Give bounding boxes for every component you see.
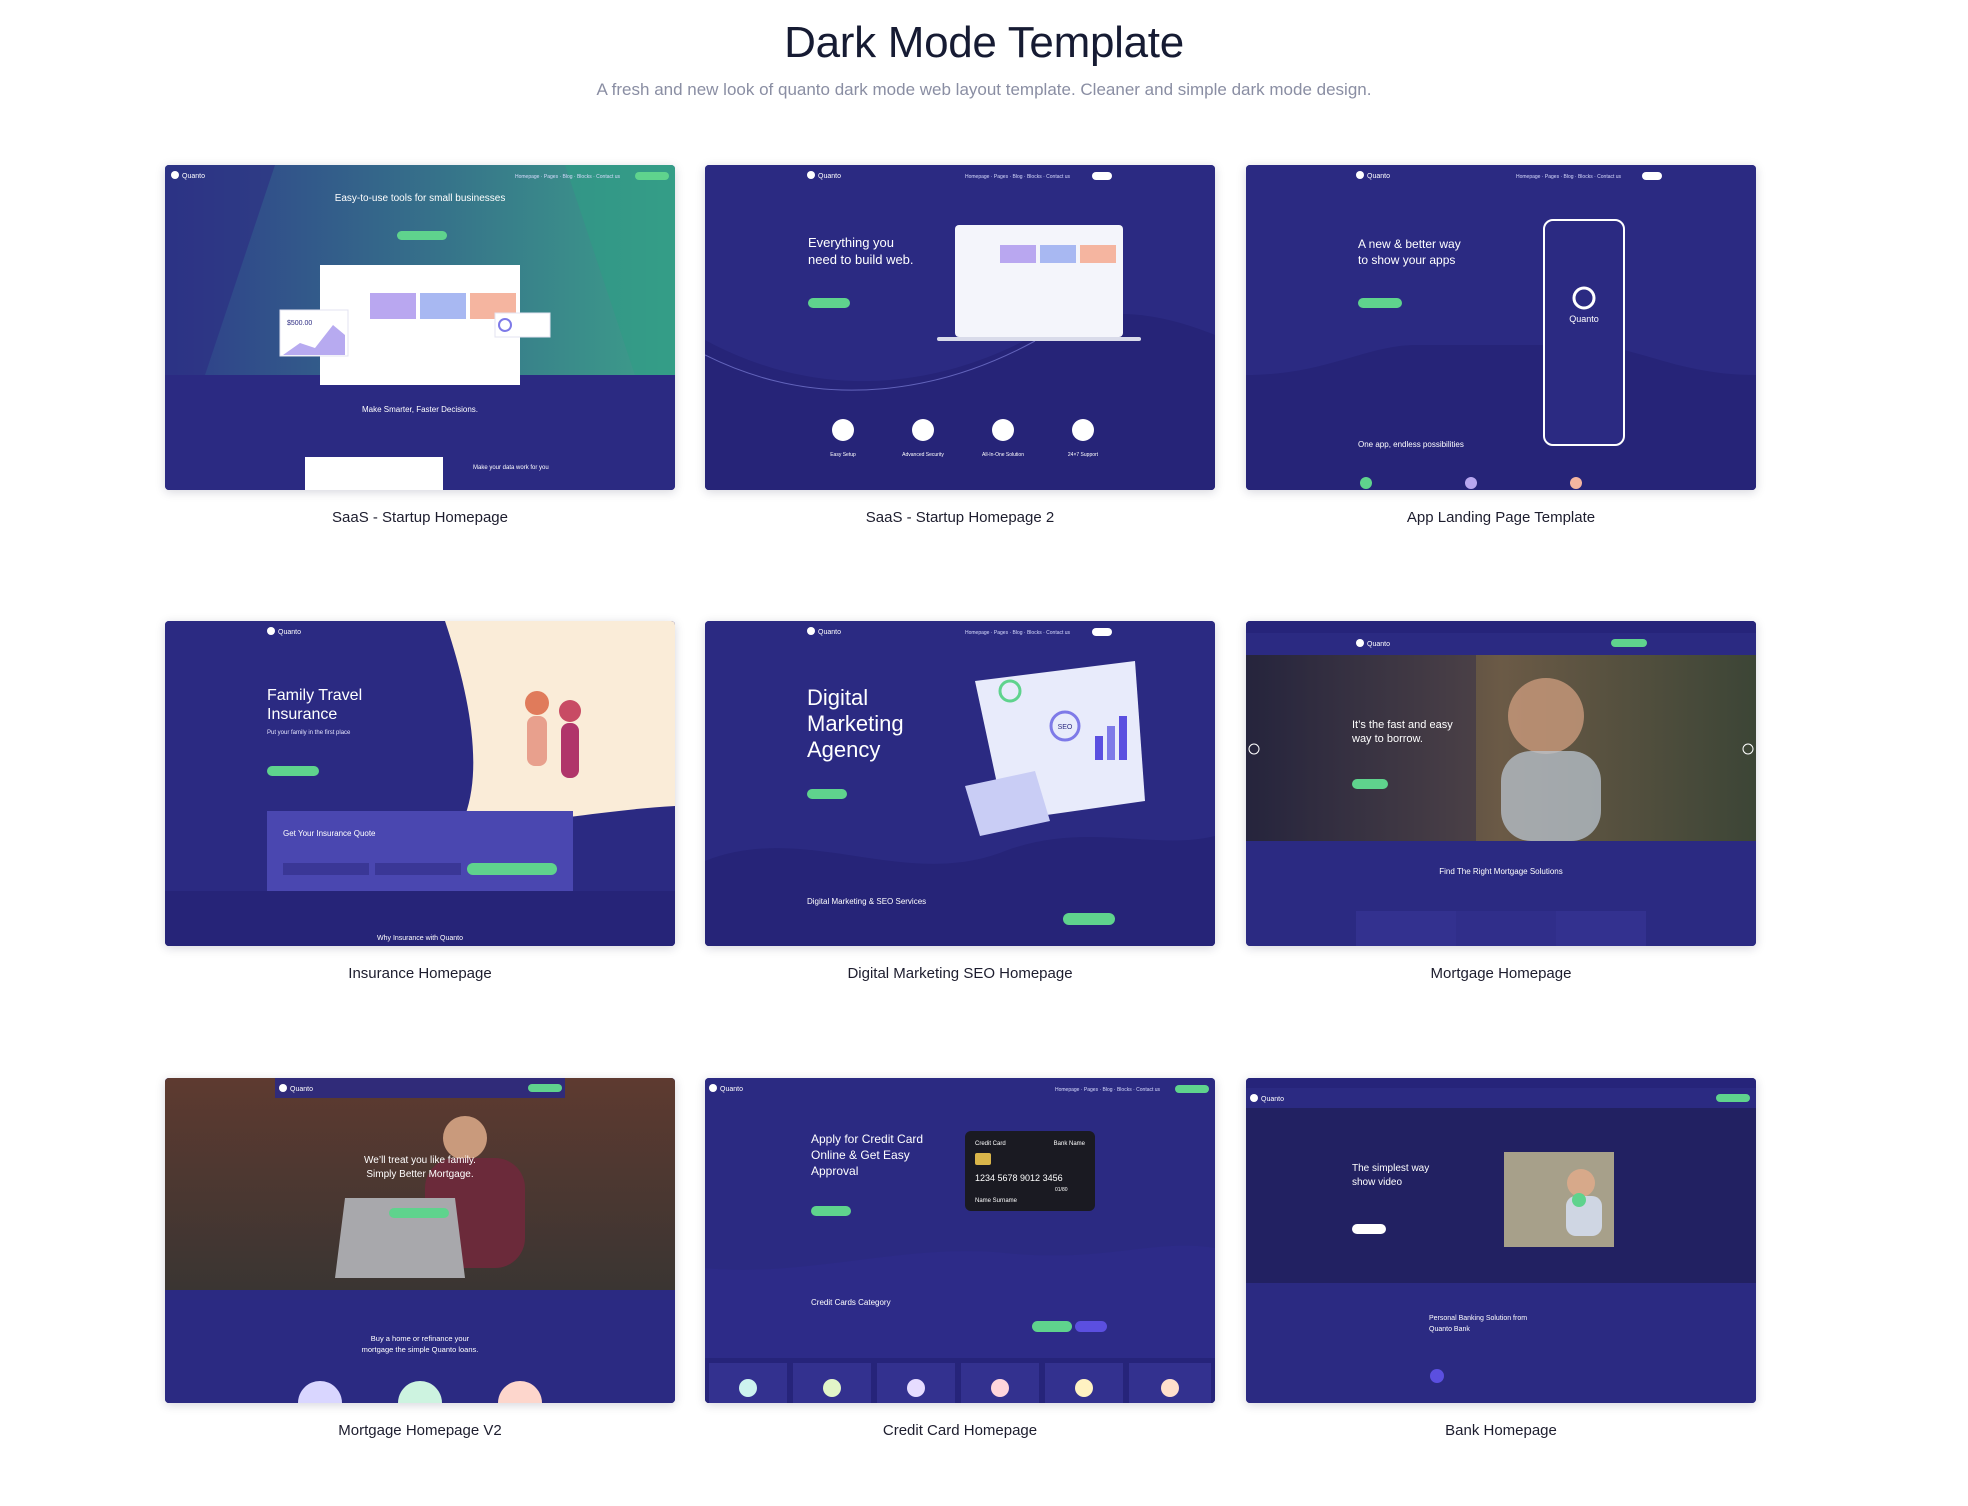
svg-text:Quanto: Quanto bbox=[290, 1086, 313, 1093]
template-thumbnail[interactable]: Quanto We’ll treat you like family. Simp… bbox=[165, 1078, 675, 1403]
credit-card-preview: Quanto Homepage · Pages · Blog · Blocks … bbox=[705, 1078, 1215, 1403]
svg-text:A new & better way: A new & better way bbox=[1358, 237, 1461, 251]
svg-text:Quanto: Quanto bbox=[818, 173, 841, 180]
svg-text:Marketing: Marketing bbox=[807, 711, 904, 736]
svg-text:Name Surname: Name Surname bbox=[975, 1198, 1018, 1204]
svg-text:Easy Setup: Easy Setup bbox=[830, 452, 856, 458]
template-title[interactable]: Mortgage Homepage bbox=[1246, 965, 1756, 982]
template-title[interactable]: App Landing Page Template bbox=[1246, 509, 1756, 526]
saas-startup-preview: Quanto Homepage · Pages · Blog · Blocks … bbox=[165, 165, 675, 490]
svg-text:Find The Right Mortgage Soluti: Find The Right Mortgage Solutions bbox=[1439, 867, 1562, 876]
mortgage-preview: Quanto It’s the fast and easy way to bor… bbox=[1246, 621, 1756, 946]
svg-text:Quanto: Quanto bbox=[1367, 173, 1390, 180]
svg-text:show video: show video bbox=[1352, 1177, 1402, 1188]
template-card-insurance[interactable]: Quanto Family Travel Insurance Put your … bbox=[165, 621, 675, 1081]
template-gallery-page: Dark Mode Template A fresh and new look … bbox=[0, 0, 1968, 1506]
svg-text:Quanto: Quanto bbox=[818, 629, 841, 636]
svg-text:to show your apps: to show your apps bbox=[1358, 253, 1455, 267]
svg-text:need to build web.: need to build web. bbox=[808, 252, 914, 267]
svg-text:$500.00: $500.00 bbox=[287, 320, 312, 327]
template-card-credit-card[interactable]: Quanto Homepage · Pages · Blog · Blocks … bbox=[705, 1078, 1215, 1506]
quanto-logo-icon bbox=[171, 171, 179, 179]
svg-text:01/80: 01/80 bbox=[1055, 1187, 1068, 1193]
svg-text:Credit Card: Credit Card bbox=[975, 1141, 1006, 1147]
template-card-bank[interactable]: Quanto The simplest way show video Perso… bbox=[1246, 1078, 1756, 1506]
svg-text:Get Your Insurance Quote: Get Your Insurance Quote bbox=[283, 829, 376, 838]
svg-text:Insurance: Insurance bbox=[267, 706, 337, 723]
template-grid: Quanto Homepage · Pages · Blog · Blocks … bbox=[0, 0, 1968, 1506]
template-card-mortgage-v2[interactable]: Quanto We’ll treat you like family. Simp… bbox=[165, 1078, 675, 1506]
template-thumbnail[interactable]: Quanto Homepage · Pages · Blog · Blocks … bbox=[1246, 165, 1756, 490]
template-thumbnail[interactable]: Quanto Family Travel Insurance Put your … bbox=[165, 621, 675, 946]
template-card-saas-startup[interactable]: Quanto Homepage · Pages · Blog · Blocks … bbox=[165, 165, 675, 625]
svg-text:Make Smarter, Faster Decisions: Make Smarter, Faster Decisions. bbox=[362, 405, 478, 414]
svg-text:Homepage · Pages · Blog · Bloc: Homepage · Pages · Blog · Blocks · Conta… bbox=[515, 174, 621, 180]
template-title[interactable]: Insurance Homepage bbox=[165, 965, 675, 982]
template-card-digital-marketing[interactable]: Quanto Homepage · Pages · Blog · Blocks … bbox=[705, 621, 1215, 1081]
svg-text:Apply for Credit Card: Apply for Credit Card bbox=[811, 1132, 923, 1146]
svg-text:SEO: SEO bbox=[1058, 724, 1073, 731]
svg-text:One app, endless possibilities: One app, endless possibilities bbox=[1358, 440, 1464, 449]
svg-text:mortgage the simple Quanto loa: mortgage the simple Quanto loans. bbox=[362, 1345, 479, 1354]
svg-text:Digital Marketing & SEO Servic: Digital Marketing & SEO Services bbox=[807, 897, 926, 906]
svg-text:All-In-One Solution: All-In-One Solution bbox=[982, 452, 1024, 458]
svg-text:Approval: Approval bbox=[811, 1164, 858, 1178]
template-title[interactable]: Mortgage Homepage V2 bbox=[165, 1422, 675, 1439]
template-thumbnail[interactable]: Quanto The simplest way show video Perso… bbox=[1246, 1078, 1756, 1403]
template-thumbnail[interactable]: Quanto Homepage · Pages · Blog · Blocks … bbox=[705, 1078, 1215, 1403]
svg-text:Homepage · Pages · Blog · Bloc: Homepage · Pages · Blog · Blocks · Conta… bbox=[965, 174, 1071, 180]
svg-text:Simply Better Mortgage.: Simply Better Mortgage. bbox=[366, 1169, 473, 1180]
svg-text:Put your family in the first p: Put your family in the first place bbox=[267, 730, 351, 736]
template-thumbnail[interactable]: Quanto It’s the fast and easy way to bor… bbox=[1246, 621, 1756, 946]
svg-text:1234 5678 9012 3456: 1234 5678 9012 3456 bbox=[975, 1173, 1063, 1183]
svg-text:Homepage · Pages · Blog · Bloc: Homepage · Pages · Blog · Blocks · Conta… bbox=[1055, 1087, 1161, 1093]
template-thumbnail[interactable]: Quanto Homepage · Pages · Blog · Blocks … bbox=[705, 621, 1215, 946]
digital-marketing-preview: Quanto Homepage · Pages · Blog · Blocks … bbox=[705, 621, 1215, 946]
svg-text:We’ll treat you like family.: We’ll treat you like family. bbox=[364, 1155, 476, 1166]
bank-preview: Quanto The simplest way show video Perso… bbox=[1246, 1078, 1756, 1403]
svg-text:It’s the fast and easy: It’s the fast and easy bbox=[1352, 719, 1453, 731]
svg-text:Quanto Bank: Quanto Bank bbox=[1429, 1326, 1470, 1333]
mortgage-v2-preview: Quanto We’ll treat you like family. Simp… bbox=[165, 1078, 675, 1403]
template-card-saas-startup-2[interactable]: Quanto Homepage · Pages · Blog · Blocks … bbox=[705, 165, 1215, 625]
svg-text:Everything you: Everything you bbox=[808, 235, 894, 250]
svg-text:Homepage · Pages · Blog · Bloc: Homepage · Pages · Blog · Blocks · Conta… bbox=[965, 630, 1071, 636]
svg-text:Quanto: Quanto bbox=[182, 173, 205, 180]
svg-text:Family Travel: Family Travel bbox=[267, 687, 362, 704]
insurance-preview: Quanto Family Travel Insurance Put your … bbox=[165, 621, 675, 946]
svg-text:Why Insurance with Quanto: Why Insurance with Quanto bbox=[377, 935, 463, 942]
svg-text:Homepage · Pages · Blog · Bloc: Homepage · Pages · Blog · Blocks · Conta… bbox=[1516, 174, 1622, 180]
svg-text:Easy-to-use tools for small bu: Easy-to-use tools for small businesses bbox=[335, 193, 506, 204]
svg-text:Quanto: Quanto bbox=[278, 629, 301, 636]
svg-text:Credit Cards Category: Credit Cards Category bbox=[811, 1298, 891, 1307]
svg-text:Quanto: Quanto bbox=[1261, 1096, 1284, 1103]
template-title[interactable]: Digital Marketing SEO Homepage bbox=[705, 965, 1215, 982]
template-thumbnail[interactable]: Quanto Homepage · Pages · Blog · Blocks … bbox=[165, 165, 675, 490]
svg-text:Buy a home or refinance your: Buy a home or refinance your bbox=[371, 1334, 470, 1343]
template-title[interactable]: Bank Homepage bbox=[1246, 1422, 1756, 1439]
svg-text:24×7 Support: 24×7 Support bbox=[1068, 452, 1099, 458]
svg-text:Personal Banking Solution from: Personal Banking Solution from bbox=[1429, 1315, 1527, 1322]
svg-text:The simplest way: The simplest way bbox=[1352, 1163, 1429, 1174]
template-title[interactable]: SaaS - Startup Homepage bbox=[165, 509, 675, 526]
svg-text:Make your data work for you: Make your data work for you bbox=[473, 465, 549, 471]
svg-text:Quanto: Quanto bbox=[1367, 641, 1390, 648]
svg-text:Advanced Security: Advanced Security bbox=[902, 452, 944, 458]
template-card-mortgage[interactable]: Quanto It’s the fast and easy way to bor… bbox=[1246, 621, 1756, 1081]
template-card-app-landing[interactable]: Quanto Homepage · Pages · Blog · Blocks … bbox=[1246, 165, 1756, 625]
svg-text:Quanto: Quanto bbox=[720, 1086, 743, 1093]
svg-text:Agency: Agency bbox=[807, 737, 880, 762]
svg-text:Bank Name: Bank Name bbox=[1054, 1141, 1086, 1147]
template-thumbnail[interactable]: Quanto Homepage · Pages · Blog · Blocks … bbox=[705, 165, 1215, 490]
app-landing-preview: Quanto Homepage · Pages · Blog · Blocks … bbox=[1246, 165, 1756, 490]
svg-text:Online & Get Easy: Online & Get Easy bbox=[811, 1148, 910, 1162]
saas-startup-2-preview: Quanto Homepage · Pages · Blog · Blocks … bbox=[705, 165, 1215, 490]
svg-text:way to borrow.: way to borrow. bbox=[1351, 733, 1423, 745]
template-title[interactable]: Credit Card Homepage bbox=[705, 1422, 1215, 1439]
svg-text:Digital: Digital bbox=[807, 685, 868, 710]
template-title[interactable]: SaaS - Startup Homepage 2 bbox=[705, 509, 1215, 526]
svg-text:Quanto: Quanto bbox=[1569, 314, 1599, 324]
